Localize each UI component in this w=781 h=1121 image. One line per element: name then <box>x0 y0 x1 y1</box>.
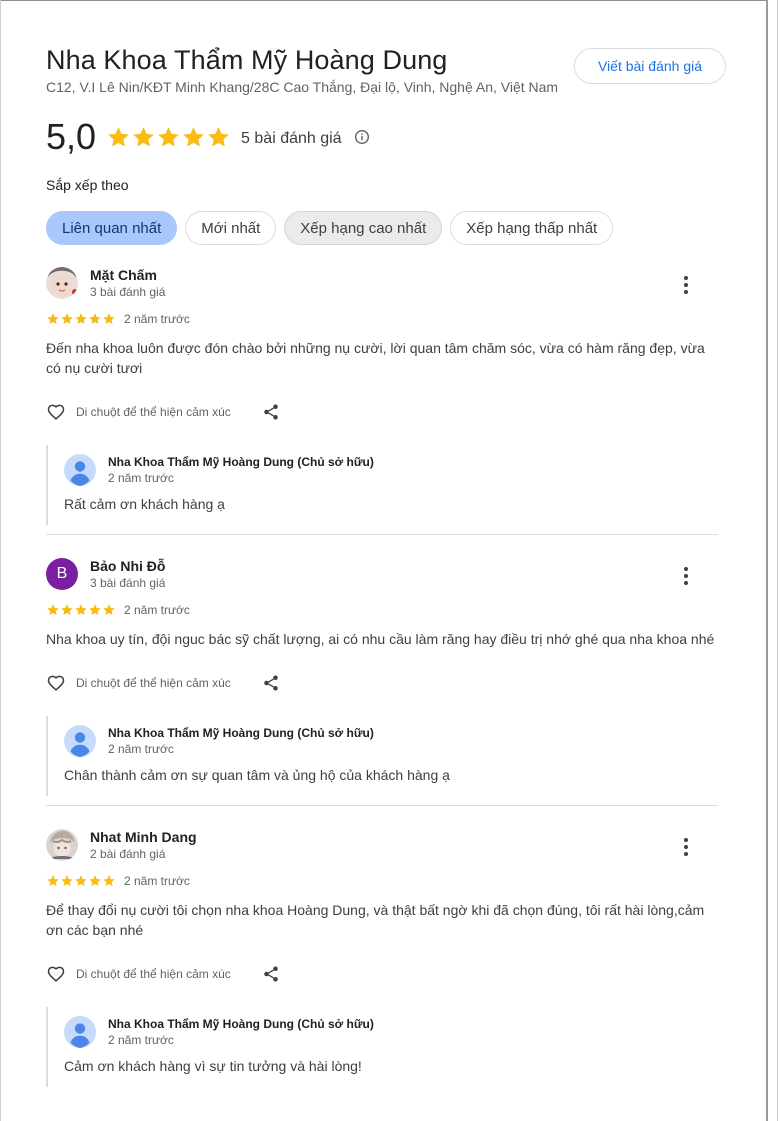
scrollbar[interactable] <box>766 0 781 1121</box>
sort-chip-highest[interactable]: Xếp hạng cao nhất <box>284 211 443 245</box>
sort-options: Liên quan nhất Mới nhất Xếp hạng cao nhấ… <box>46 211 621 245</box>
owner-reply-time: 2 năm trước <box>108 1033 174 1047</box>
owner-name: Nha Khoa Thẩm Mỹ Hoàng Dung (Chủ sở hữu) <box>108 726 374 740</box>
avatar[interactable] <box>46 829 78 861</box>
share-icon[interactable] <box>262 965 280 983</box>
avatar[interactable]: B <box>46 558 78 590</box>
owner-reply-text: Chân thành cảm ơn sự quan tâm và ủng hộ … <box>64 767 450 783</box>
owner-reply: Nha Khoa Thẩm Mỹ Hoàng Dung (Chủ sở hữu)… <box>46 445 718 525</box>
review-divider <box>46 805 718 806</box>
review-time: 2 năm trước <box>124 874 190 888</box>
review-actions: Di chuột để thể hiện cảm xúc <box>46 672 718 694</box>
rating-summary: 5,0 5 bài đánh giá <box>46 115 370 159</box>
review-time: 2 năm trước <box>124 312 190 326</box>
sort-chip-relevant[interactable]: Liên quan nhất <box>46 211 178 245</box>
rating-value: 5,0 <box>46 116 97 157</box>
react-hint: Di chuột để thể hiện cảm xúc <box>76 405 231 419</box>
star-icon <box>102 312 116 326</box>
review-actions: Di chuột để thể hiện cảm xúc <box>46 401 718 423</box>
window-top-border <box>0 0 781 1</box>
owner-reply-time: 2 năm trước <box>108 471 174 485</box>
star-icon <box>46 874 60 888</box>
reviewer-header: B Bảo Nhi Đỗ 3 bài đánh giá <box>46 558 718 592</box>
star-icon <box>74 312 88 326</box>
reviewer-header: Nhat Minh Dang 2 bài đánh giá <box>46 829 718 863</box>
heart-icon[interactable] <box>46 673 66 693</box>
star-icon <box>60 312 74 326</box>
review-text: Nha khoa uy tín, đội nguc bác sỹ chất lư… <box>46 631 715 647</box>
star-icon <box>106 125 131 150</box>
star-icon <box>74 874 88 888</box>
reviewer-name[interactable]: Bảo Nhi Đỗ <box>90 557 165 575</box>
info-icon[interactable] <box>354 129 370 145</box>
reviewer-name[interactable]: Nhat Minh Dang <box>90 828 197 846</box>
avatar[interactable] <box>46 267 78 299</box>
owner-name: Nha Khoa Thẩm Mỹ Hoàng Dung (Chủ sở hữu) <box>108 455 374 469</box>
rating-stars <box>106 125 231 150</box>
review-text: Đến nha khoa luôn được đón chào bởi nhữn… <box>46 340 705 376</box>
heart-icon[interactable] <box>46 964 66 984</box>
review-rating: 2 năm trước <box>46 311 718 327</box>
star-icon <box>88 312 102 326</box>
star-icon <box>88 874 102 888</box>
star-icon <box>88 603 102 617</box>
window-left-border <box>0 0 1 1121</box>
owner-reply: Nha Khoa Thẩm Mỹ Hoàng Dung (Chủ sở hữu)… <box>46 716 718 796</box>
review-divider <box>46 534 718 535</box>
reviewer-name[interactable]: Mặt Chấm <box>90 266 165 284</box>
review-time: 2 năm trước <box>124 603 190 617</box>
more-options-icon[interactable] <box>676 275 696 295</box>
star-icon <box>181 125 206 150</box>
review-rating: 2 năm trước <box>46 873 718 889</box>
review-item: Mặt Chấm 3 bài đánh giá 2 năm trước Đến … <box>46 267 718 525</box>
share-icon[interactable] <box>262 674 280 692</box>
review-rating: 2 năm trước <box>46 602 718 618</box>
share-icon[interactable] <box>262 403 280 421</box>
star-icon <box>46 312 60 326</box>
review-text: Để thay đổi nụ cười tôi chọn nha khoa Ho… <box>46 902 705 938</box>
owner-avatar <box>64 454 96 486</box>
review-item: B Bảo Nhi Đỗ 3 bài đánh giá 2 năm trước … <box>46 558 718 796</box>
star-icon <box>60 874 74 888</box>
star-icon <box>131 125 156 150</box>
heart-icon[interactable] <box>46 402 66 422</box>
react-hint: Di chuột để thể hiện cảm xúc <box>76 967 231 981</box>
star-icon <box>102 874 116 888</box>
star-icon <box>102 603 116 617</box>
owner-reply: Nha Khoa Thẩm Mỹ Hoàng Dung (Chủ sở hữu)… <box>46 1007 718 1087</box>
sort-label: Sắp xếp theo <box>46 177 129 193</box>
star-icon <box>46 603 60 617</box>
owner-avatar <box>64 1016 96 1048</box>
more-options-icon[interactable] <box>676 566 696 586</box>
owner-avatar <box>64 725 96 757</box>
sort-chip-newest[interactable]: Mới nhất <box>185 211 277 245</box>
reviewer-review-count: 2 bài đánh giá <box>90 847 166 861</box>
review-count: 5 bài đánh giá <box>241 130 342 147</box>
owner-name: Nha Khoa Thẩm Mỹ Hoàng Dung (Chủ sở hữu) <box>108 1017 374 1031</box>
star-icon <box>206 125 231 150</box>
review-actions: Di chuột để thể hiện cảm xúc <box>46 963 718 985</box>
review-item: Nhat Minh Dang 2 bài đánh giá 2 năm trướ… <box>46 829 718 1087</box>
owner-reply-text: Rất cảm ơn khách hàng ạ <box>64 496 225 512</box>
reviewer-review-count: 3 bài đánh giá <box>90 576 166 590</box>
react-hint: Di chuột để thể hiện cảm xúc <box>76 676 231 690</box>
reviewer-review-count: 3 bài đánh giá <box>90 285 166 299</box>
owner-reply-time: 2 năm trước <box>108 742 174 756</box>
star-icon <box>156 125 181 150</box>
sort-chip-lowest[interactable]: Xếp hạng thấp nhất <box>450 211 614 245</box>
owner-reply-text: Cảm ơn khách hàng vì sự tin tưởng và hài… <box>64 1058 362 1074</box>
write-review-button[interactable]: Viết bài đánh giá <box>574 48 726 84</box>
reviewer-header: Mặt Chấm 3 bài đánh giá <box>46 267 718 301</box>
more-options-icon[interactable] <box>676 837 696 857</box>
star-icon <box>60 603 74 617</box>
star-icon <box>74 603 88 617</box>
